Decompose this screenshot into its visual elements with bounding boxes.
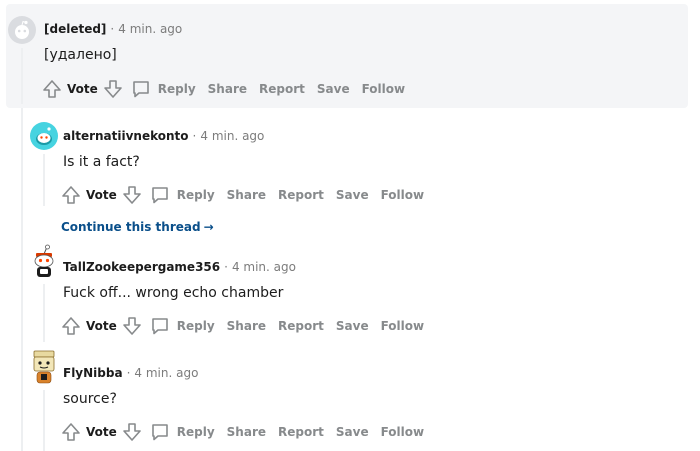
author-name[interactable]: FlyNibba xyxy=(63,366,123,380)
comment-bubble-icon xyxy=(130,78,152,100)
report-button[interactable]: Report xyxy=(259,82,305,96)
comment-actions: Vote Reply Share Report Save Follow xyxy=(60,314,424,338)
follow-button[interactable]: Follow xyxy=(381,425,425,439)
comment-meta: FlyNibba · 4 min. ago xyxy=(63,366,198,380)
author-name[interactable]: alternatiivnekonto xyxy=(63,129,189,143)
vote-count: Vote xyxy=(67,82,98,96)
comment-actions: Vote Reply Share Report Save Follow xyxy=(60,183,424,207)
thread-line[interactable] xyxy=(43,390,45,451)
reply-button[interactable]: Reply xyxy=(149,184,215,206)
save-button[interactable]: Save xyxy=(336,319,369,333)
reply-button[interactable]: Reply xyxy=(149,315,215,337)
timestamp[interactable]: 4 min. ago xyxy=(200,129,264,143)
reply-button[interactable]: Reply xyxy=(149,421,215,443)
comment-body: Fuck off... wrong echo chamber xyxy=(63,285,284,301)
share-button[interactable]: Share xyxy=(227,425,266,439)
reply-label: Reply xyxy=(176,425,215,439)
user-avatar[interactable] xyxy=(30,350,58,386)
reply-label: Reply xyxy=(176,188,215,202)
separator-dot: · xyxy=(126,366,131,380)
vote-count: Vote xyxy=(86,425,117,439)
comment-meta: alternatiivnekonto · 4 min. ago xyxy=(63,129,264,143)
report-button[interactable]: Report xyxy=(278,188,324,202)
comment-meta: TallZookeepergame356 · 4 min. ago xyxy=(63,260,296,274)
user-avatar[interactable] xyxy=(30,122,58,150)
timestamp[interactable]: 4 min. ago xyxy=(232,260,296,274)
thread-line[interactable] xyxy=(21,48,23,104)
report-button[interactable]: Report xyxy=(278,319,324,333)
comment-bubble-icon xyxy=(149,184,171,206)
comment-body: source? xyxy=(63,391,117,407)
deleted-user-avatar[interactable] xyxy=(8,16,36,44)
comment-bubble-icon xyxy=(149,315,171,337)
timestamp[interactable]: 4 min. ago xyxy=(118,22,182,36)
share-button[interactable]: Share xyxy=(227,319,266,333)
comment-actions: Vote Reply Share Report Save Follow xyxy=(60,420,424,444)
downvote-icon[interactable] xyxy=(121,184,143,206)
reply-label: Reply xyxy=(176,319,215,333)
thread-line[interactable] xyxy=(43,284,45,342)
reply-button[interactable]: Reply xyxy=(130,78,196,100)
downvote-icon[interactable] xyxy=(121,315,143,337)
save-button[interactable]: Save xyxy=(317,82,350,96)
save-button[interactable]: Save xyxy=(336,425,369,439)
author-name[interactable]: TallZookeepergame356 xyxy=(63,260,220,274)
comment-body: [удалено] xyxy=(44,47,117,63)
thread-line[interactable] xyxy=(21,108,23,451)
separator-dot: · xyxy=(110,22,115,36)
upvote-icon[interactable] xyxy=(60,421,82,443)
follow-button[interactable]: Follow xyxy=(381,319,425,333)
downvote-icon[interactable] xyxy=(102,78,124,100)
thread-line[interactable] xyxy=(43,154,45,206)
user-avatar[interactable] xyxy=(30,244,58,280)
continue-thread-label: Continue this thread xyxy=(61,220,201,234)
comment-meta: [deleted] · 4 min. ago xyxy=(44,22,182,36)
arrow-right-icon: → xyxy=(203,220,214,234)
report-button[interactable]: Report xyxy=(278,425,324,439)
share-button[interactable]: Share xyxy=(227,188,266,202)
separator-dot: · xyxy=(224,260,228,274)
comment-actions: Vote Reply Share Report Save Follow xyxy=(41,77,405,101)
continue-thread-link[interactable]: Continue this thread → xyxy=(61,220,214,234)
vote-count: Vote xyxy=(86,188,117,202)
upvote-icon[interactable] xyxy=(41,78,63,100)
save-button[interactable]: Save xyxy=(336,188,369,202)
upvote-icon[interactable] xyxy=(60,184,82,206)
share-button[interactable]: Share xyxy=(208,82,247,96)
separator-dot: · xyxy=(192,129,197,143)
comment-bubble-icon xyxy=(149,421,171,443)
vote-count: Vote xyxy=(86,319,117,333)
author-name[interactable]: [deleted] xyxy=(44,22,106,36)
downvote-icon[interactable] xyxy=(121,421,143,443)
comment-thread: [deleted] · 4 min. ago [удалено] Vote Re… xyxy=(0,0,700,451)
follow-button[interactable]: Follow xyxy=(381,188,425,202)
upvote-icon[interactable] xyxy=(60,315,82,337)
follow-button[interactable]: Follow xyxy=(362,82,406,96)
reply-label: Reply xyxy=(157,82,196,96)
timestamp[interactable]: 4 min. ago xyxy=(134,366,198,380)
comment-body: Is it a fact? xyxy=(63,154,140,170)
